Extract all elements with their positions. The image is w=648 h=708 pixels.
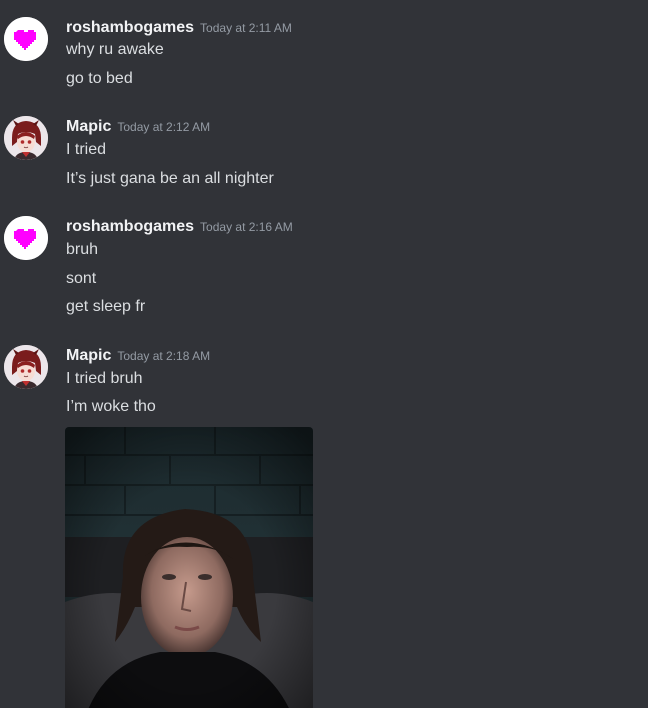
message-text: go to bed xyxy=(66,70,133,87)
message-text: I’m woke tho xyxy=(66,398,156,415)
username[interactable]: roshambogames xyxy=(66,218,194,235)
pink-heart-icon xyxy=(4,216,48,260)
anime-character-avatar xyxy=(4,116,48,160)
message-text: I tried bruh xyxy=(66,370,143,387)
timestamp: Today at 2:11 AM xyxy=(200,21,292,35)
username[interactable]: roshambogames xyxy=(66,19,194,36)
message-header: Mapic Today at 2:18 AM xyxy=(66,345,210,367)
avatar[interactable] xyxy=(4,116,48,160)
message-text: It’s just gana be an all nighter xyxy=(66,170,274,187)
message-text: sont xyxy=(66,270,97,287)
message-header: roshambogames Today at 2:11 AM xyxy=(66,17,292,39)
username[interactable]: Mapic xyxy=(66,118,111,135)
photo-attachment[interactable] xyxy=(65,427,313,708)
message-text: get sleep fr xyxy=(66,298,146,315)
anime-character-avatar xyxy=(4,345,48,389)
pink-heart-icon xyxy=(4,17,48,61)
chat-messages: roshambogames Today at 2:11 AM why ru awa… xyxy=(0,0,648,708)
message-header: Mapic Today at 2:12 AM xyxy=(66,116,210,138)
avatar[interactable] xyxy=(4,216,48,260)
avatar[interactable] xyxy=(4,345,48,389)
username[interactable]: Mapic xyxy=(66,347,111,364)
timestamp: Today at 2:12 AM xyxy=(117,120,211,134)
timestamp: Today at 2:18 AM xyxy=(117,349,211,363)
avatar[interactable] xyxy=(4,17,48,61)
message-text: bruh xyxy=(66,241,99,258)
photo-image xyxy=(65,427,313,708)
message-text: I tried xyxy=(66,141,107,158)
message-header: roshambogames Today at 2:16 AM xyxy=(66,216,293,238)
timestamp: Today at 2:16 AM xyxy=(200,220,293,234)
message-text: why ru awake xyxy=(66,41,164,58)
